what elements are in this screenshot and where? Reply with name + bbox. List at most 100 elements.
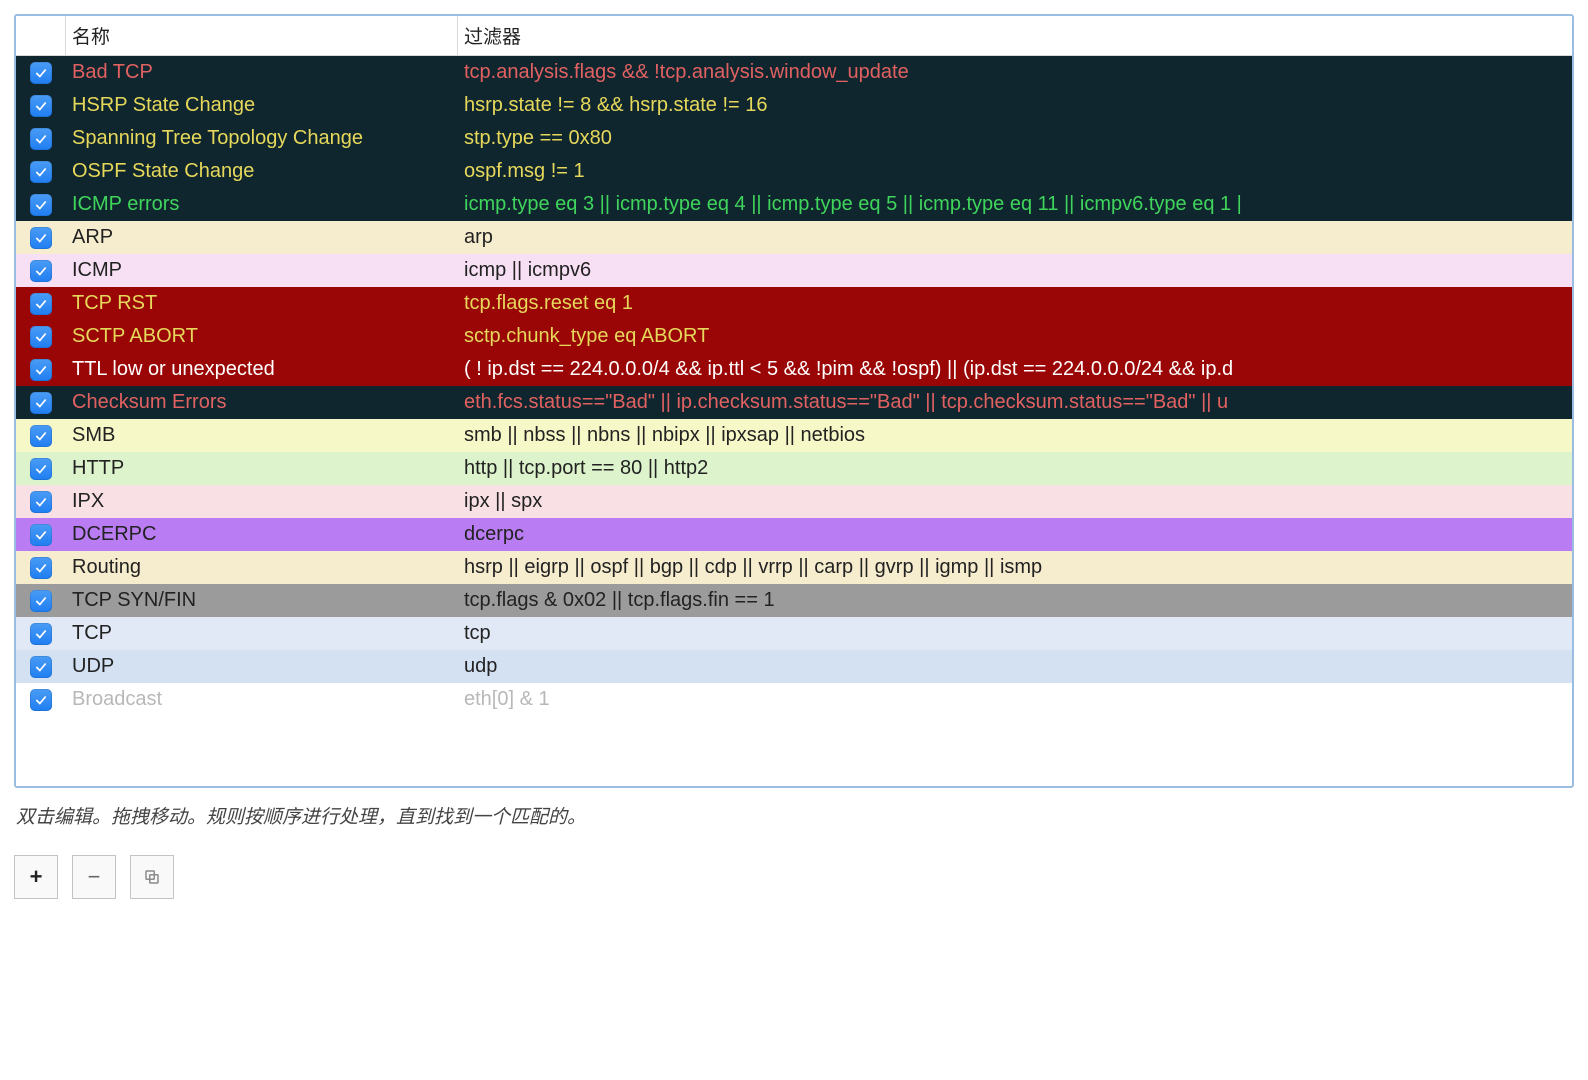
add-button[interactable]: + <box>14 855 58 899</box>
rule-checkbox[interactable] <box>30 326 52 348</box>
header-name[interactable]: 名称 <box>66 16 458 55</box>
rule-filter[interactable]: tcp.analysis.flags && !tcp.analysis.wind… <box>458 57 1572 88</box>
rule-name-label: HSRP State Change <box>72 94 255 117</box>
rule-checkbox[interactable] <box>30 425 52 447</box>
rule-name[interactable]: ARP <box>66 222 458 253</box>
rule-check-cell <box>16 487 66 517</box>
rule-name[interactable]: SMB <box>66 420 458 451</box>
rule-name[interactable]: ICMP errors <box>66 189 458 220</box>
table-row[interactable]: TCP RSTtcp.flags.reset eq 1 <box>16 287 1572 320</box>
rule-name[interactable]: OSPF State Change <box>66 156 458 187</box>
rule-name[interactable]: IPX <box>66 486 458 517</box>
table-row[interactable]: Routinghsrp || eigrp || ospf || bgp || c… <box>16 551 1572 584</box>
rule-name[interactable]: DCERPC <box>66 519 458 550</box>
rule-checkbox[interactable] <box>30 392 52 414</box>
table-row[interactable]: UDPudp <box>16 650 1572 683</box>
rule-name[interactable]: TCP <box>66 618 458 649</box>
rule-checkbox[interactable] <box>30 458 52 480</box>
table-row[interactable]: Checksum Errorseth.fcs.status=="Bad" || … <box>16 386 1572 419</box>
rule-checkbox[interactable] <box>30 623 52 645</box>
rule-checkbox[interactable] <box>30 227 52 249</box>
rule-filter[interactable]: dcerpc <box>458 519 1572 550</box>
rule-filter[interactable]: hsrp.state != 8 && hsrp.state != 16 <box>458 90 1572 121</box>
rule-filter[interactable]: ( ! ip.dst == 224.0.0.0/4 && ip.ttl < 5 … <box>458 354 1572 385</box>
rule-checkbox[interactable] <box>30 95 52 117</box>
table-row[interactable]: OSPF State Changeospf.msg != 1 <box>16 155 1572 188</box>
rule-filter[interactable]: eth.fcs.status=="Bad" || ip.checksum.sta… <box>458 387 1572 418</box>
rule-name[interactable]: HSRP State Change <box>66 90 458 121</box>
copy-button[interactable] <box>130 855 174 899</box>
copy-icon <box>143 868 161 886</box>
rule-name[interactable]: UDP <box>66 651 458 682</box>
rule-filter[interactable]: tcp.flags.reset eq 1 <box>458 288 1572 319</box>
rule-checkbox[interactable] <box>30 689 52 711</box>
rule-name[interactable]: SCTP ABORT <box>66 321 458 352</box>
rule-name[interactable]: Broadcast <box>66 684 458 715</box>
rule-checkbox[interactable] <box>30 194 52 216</box>
table-row[interactable]: TCPtcp <box>16 617 1572 650</box>
rule-checkbox[interactable] <box>30 128 52 150</box>
rule-filter[interactable]: sctp.chunk_type eq ABORT <box>458 321 1572 352</box>
rule-filter[interactable]: stp.type == 0x80 <box>458 123 1572 154</box>
rule-filter[interactable]: udp <box>458 651 1572 682</box>
header-filter[interactable]: 过滤器 <box>458 16 1572 55</box>
rule-checkbox[interactable] <box>30 260 52 282</box>
table-row[interactable]: SMBsmb || nbss || nbns || nbipx || ipxsa… <box>16 419 1572 452</box>
rule-checkbox[interactable] <box>30 590 52 612</box>
table-row[interactable]: ICMPicmp || icmpv6 <box>16 254 1572 287</box>
rule-filter[interactable]: smb || nbss || nbns || nbipx || ipxsap |… <box>458 420 1572 451</box>
rule-name-label: ARP <box>72 226 113 249</box>
rule-check-cell <box>16 91 66 121</box>
table-row[interactable]: HSRP State Change hsrp.state != 8 && hsrp… <box>16 89 1572 122</box>
rule-checkbox[interactable] <box>30 62 52 84</box>
rule-name[interactable]: TCP SYN/FIN <box>66 585 458 616</box>
rule-filter[interactable]: tcp.flags & 0x02 || tcp.flags.fin == 1 <box>458 585 1572 616</box>
rule-name[interactable]: Routing <box>66 552 458 583</box>
table-row[interactable]: Spanning Tree Topology Changestp.type ==… <box>16 122 1572 155</box>
rule-filter[interactable]: http || tcp.port == 80 || http2 <box>458 453 1572 484</box>
rule-name[interactable]: TTL low or unexpected <box>66 354 458 385</box>
rule-filter[interactable]: icmp || icmpv6 <box>458 255 1572 286</box>
rule-filter[interactable]: hsrp || eigrp || ospf || bgp || cdp || v… <box>458 552 1572 583</box>
table-row[interactable]: HTTP http || tcp.port == 80 || http2 <box>16 452 1572 485</box>
rule-filter[interactable]: tcp <box>458 618 1572 649</box>
rule-name[interactable]: ICMP <box>66 255 458 286</box>
rule-filter-label: http || tcp.port == 80 || http2 <box>464 457 708 479</box>
check-icon <box>34 297 48 311</box>
table-row[interactable]: TTL low or unexpected ( ! ip.dst == 224.0… <box>16 353 1572 386</box>
rule-checkbox[interactable] <box>30 524 52 546</box>
rules-body: Bad TCP tcp.analysis.flags && !tcp.analys… <box>16 56 1572 716</box>
table-row[interactable]: Bad TCP tcp.analysis.flags && !tcp.analys… <box>16 56 1572 89</box>
rule-filter[interactable]: ospf.msg != 1 <box>458 156 1572 187</box>
check-icon <box>34 198 48 212</box>
rule-check-cell <box>16 553 66 583</box>
rule-filter-label: eth[0] & 1 <box>464 688 550 710</box>
check-icon <box>34 396 48 410</box>
rule-filter[interactable]: eth[0] & 1 <box>458 684 1572 715</box>
table-row[interactable]: Broadcast eth[0] & 1 <box>16 683 1572 716</box>
rule-checkbox[interactable] <box>30 293 52 315</box>
rule-checkbox[interactable] <box>30 557 52 579</box>
rule-name[interactable]: Spanning Tree Topology Change <box>66 123 458 154</box>
rule-checkbox[interactable] <box>30 359 52 381</box>
rule-checkbox[interactable] <box>30 161 52 183</box>
rule-name-label: IPX <box>72 490 104 513</box>
rule-name[interactable]: TCP RST <box>66 288 458 319</box>
table-row[interactable]: SCTP ABORTsctp.chunk_type eq ABORT <box>16 320 1572 353</box>
rule-name[interactable]: Bad TCP <box>66 57 458 88</box>
rule-filter[interactable]: arp <box>458 222 1572 253</box>
rule-name[interactable]: HTTP <box>66 453 458 484</box>
rule-filter-label: ( ! ip.dst == 224.0.0.0/4 && ip.ttl < 5 … <box>464 358 1233 380</box>
remove-button[interactable]: − <box>72 855 116 899</box>
rule-checkbox[interactable] <box>30 491 52 513</box>
table-row[interactable]: ICMP errorsicmp.type eq 3 || icmp.type e… <box>16 188 1572 221</box>
table-row[interactable]: ARP arp <box>16 221 1572 254</box>
rule-name[interactable]: Checksum Errors <box>66 387 458 418</box>
rule-checkbox[interactable] <box>30 656 52 678</box>
rule-filter[interactable]: ipx || spx <box>458 486 1572 517</box>
rule-name-label: Bad TCP <box>72 61 153 84</box>
table-row[interactable]: DCERPCdcerpc <box>16 518 1572 551</box>
rule-filter[interactable]: icmp.type eq 3 || icmp.type eq 4 || icmp… <box>458 189 1572 220</box>
table-row[interactable]: IPX ipx || spx <box>16 485 1572 518</box>
table-row[interactable]: TCP SYN/FINtcp.flags & 0x02 || tcp.flags… <box>16 584 1572 617</box>
